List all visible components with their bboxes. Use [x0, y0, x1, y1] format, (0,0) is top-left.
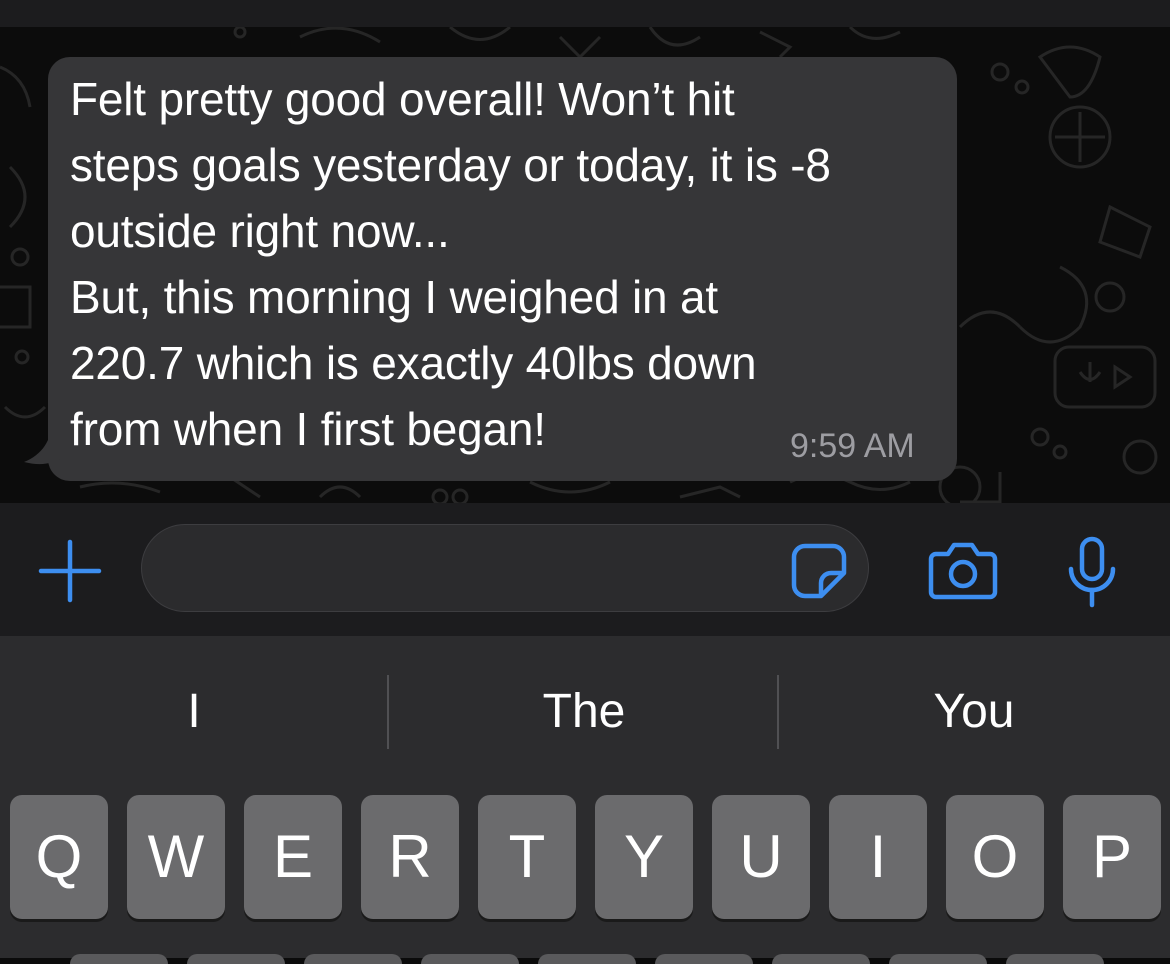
top-bar: [0, 0, 1170, 27]
message-text-line: 220.7 which is exactly 40lbs down: [70, 337, 757, 389]
key-w[interactable]: W: [127, 795, 225, 919]
microphone-icon[interactable]: [1066, 536, 1118, 608]
message-text-line: But, this morning I weighed in at: [70, 271, 718, 323]
message-text-line: outside right now...: [70, 205, 450, 257]
suggestion-2[interactable]: The: [390, 677, 778, 747]
key-i[interactable]: I: [829, 795, 927, 919]
next-key-row-edge: [0, 940, 1170, 964]
key-o[interactable]: O: [946, 795, 1044, 919]
key-y[interactable]: Y: [595, 795, 693, 919]
key-t[interactable]: T: [478, 795, 576, 919]
message-text-line: steps goals yesterday or today, it is -8: [70, 139, 831, 191]
plus-icon[interactable]: [37, 538, 103, 604]
bubble-tail: [24, 420, 62, 465]
key-u[interactable]: U: [712, 795, 810, 919]
suggestion-3[interactable]: You: [780, 677, 1168, 747]
camera-icon[interactable]: [928, 540, 998, 602]
suggestion-1[interactable]: I: [0, 677, 388, 747]
key-e[interactable]: E: [244, 795, 342, 919]
key-p[interactable]: P: [1063, 795, 1161, 919]
sticker-icon[interactable]: [791, 543, 847, 599]
message-input[interactable]: [141, 524, 869, 612]
suggestion-divider: [387, 675, 389, 749]
message-text-line: from when I first began!: [70, 403, 546, 455]
key-r[interactable]: R: [361, 795, 459, 919]
suggestion-divider: [777, 675, 779, 749]
message-text-line: Felt pretty good overall! Won’t hit: [70, 73, 735, 125]
key-q[interactable]: Q: [10, 795, 108, 919]
message-timestamp: 9:59 AM: [790, 427, 915, 465]
